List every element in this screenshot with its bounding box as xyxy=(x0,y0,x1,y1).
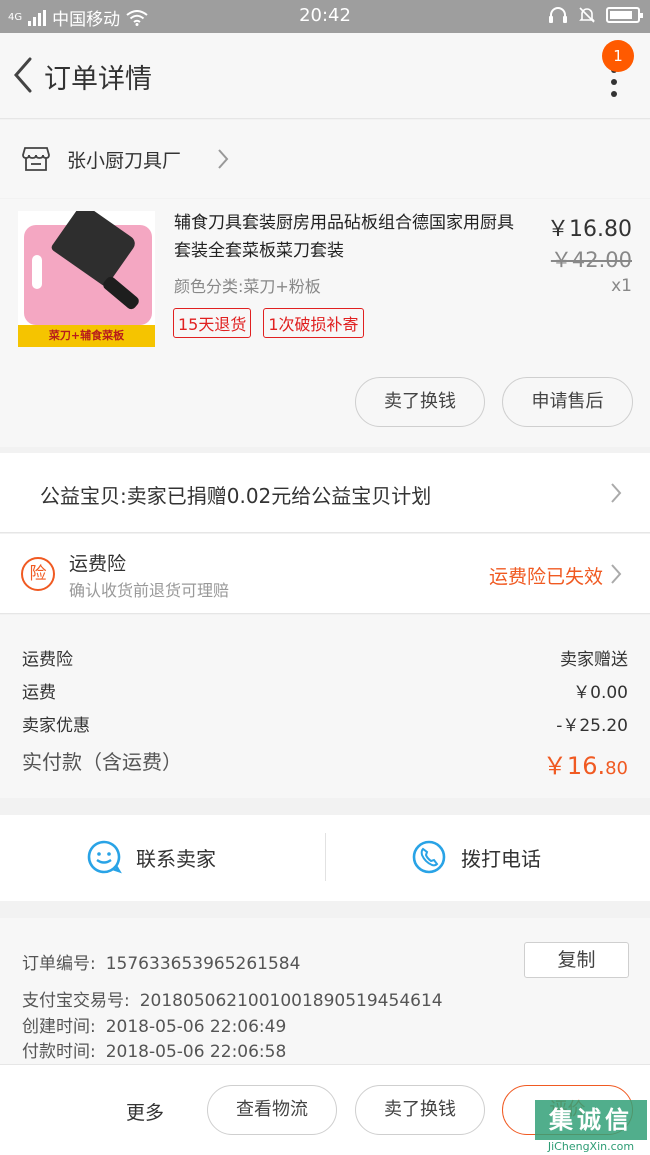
back-arrow-icon[interactable] xyxy=(8,55,38,95)
cost-value: 卖家赠送 xyxy=(560,650,628,670)
cost-label: 运费险 xyxy=(22,650,73,670)
chevron-right-icon xyxy=(611,483,622,503)
board-handle-hole xyxy=(32,255,42,289)
cost-row: 运费 ￥0.00 xyxy=(22,678,628,703)
cost-row: 运费险 卖家赠送 xyxy=(22,645,628,670)
product-card: 菜刀+辅食菜板 辅食刀具套装厨房用品砧板组合德国家用厨具套装全套菜板菜刀套装 颜… xyxy=(0,199,650,447)
quantity: x1 xyxy=(611,276,632,296)
watermark-logo: 集诚信 xyxy=(535,1100,647,1140)
cost-row: 卖家优惠 -￥25.20 xyxy=(22,711,628,736)
created-time-label: 创建时间: xyxy=(22,1017,96,1037)
product-thumbnail[interactable]: 菜刀+辅食菜板 xyxy=(18,211,155,347)
total-label: 实付款（含运费） xyxy=(22,750,182,774)
status-bar: 4G 中国移动 20:42 xyxy=(0,0,650,33)
watermark: 集诚信 JiChengXin.com xyxy=(535,1100,647,1155)
contact-seller-label: 联系卖家 xyxy=(136,846,216,871)
cost-label: 卖家优惠 xyxy=(22,716,90,736)
battery-icon xyxy=(606,7,643,23)
headset-icon xyxy=(549,7,567,23)
total-row: 实付款（含运费） ￥16.80 xyxy=(22,746,628,780)
total-value: ￥16.80 xyxy=(543,746,628,781)
service-tags: 15天退货 1次破损补寄 xyxy=(173,308,364,338)
created-time-row: 创建时间: 2018-05-06 22:06:49 xyxy=(22,1012,286,1037)
page-title: 订单详情 xyxy=(44,64,152,95)
paid-time-row: 付款时间: 2018-05-06 22:06:58 xyxy=(22,1037,286,1062)
product-price: ￥16.80 xyxy=(547,217,632,242)
shop-name[interactable]: 张小厨刀具厂 xyxy=(67,146,181,173)
cost-value: ￥0.00 xyxy=(573,683,628,703)
tag-return: 15天退货 xyxy=(173,308,252,338)
total-cents: 80 xyxy=(605,758,628,779)
status-right xyxy=(548,6,643,24)
original-price: ￥42.00 xyxy=(550,248,632,272)
insurance-subtitle: 确认收货前退货可理赔 xyxy=(69,581,230,600)
cost-label: 运费 xyxy=(22,683,56,703)
paid-time-value: 2018-05-06 22:06:58 xyxy=(105,1042,287,1062)
view-logistics-button[interactable]: 查看物流 xyxy=(207,1085,337,1135)
charity-row[interactable]: 公益宝贝:卖家已捐赠0.02元给公益宝贝计划 xyxy=(0,453,650,533)
call-phone-button[interactable]: 拨打电话 xyxy=(411,839,541,875)
tag-damage-resend: 1次破损补寄 xyxy=(263,308,364,338)
cost-value: -￥25.20 xyxy=(556,716,628,736)
insurance-icon: 险 xyxy=(21,557,55,591)
product-title[interactable]: 辅食刀具套装厨房用品砧板组合德国家用厨具套装全套菜板菜刀套装 xyxy=(174,209,524,265)
cost-summary: 运费险 卖家赠送 运费 ￥0.00 卖家优惠 -￥25.20 实付款（含运费） … xyxy=(0,615,650,798)
insurance-title: 运费险 xyxy=(69,553,127,575)
insurance-status: 运费险已失效 xyxy=(488,566,603,588)
total-main: ￥16. xyxy=(542,752,606,780)
product-sku: 颜色分类:菜刀+粉板 xyxy=(174,277,321,296)
created-time-value: 2018-05-06 22:06:49 xyxy=(105,1017,287,1037)
order-number-row: 订单编号: 157633653965261584 xyxy=(22,949,300,974)
copy-button[interactable]: 复制 xyxy=(524,942,629,978)
after-sales-button[interactable]: 申请售后 xyxy=(502,377,633,427)
shop-row[interactable]: 张小厨刀具厂 xyxy=(0,120,650,198)
contact-seller-button[interactable]: 联系卖家 xyxy=(86,839,216,875)
charity-text: 公益宝贝:卖家已捐赠0.02元给公益宝贝计划 xyxy=(40,484,432,508)
shipping-insurance-row[interactable]: 险 运费险 确认收货前退货可理赔 运费险已失效 xyxy=(0,534,650,614)
order-number-label: 订单编号: xyxy=(22,954,96,974)
notification-badge: 1 xyxy=(602,40,634,72)
mute-bell-icon xyxy=(579,7,595,23)
store-icon xyxy=(22,147,50,171)
watermark-url: JiChengXin.com xyxy=(547,1140,635,1153)
sell-for-cash-button[interactable]: 卖了换钱 xyxy=(355,377,485,427)
alipay-number-label: 支付宝交易号: xyxy=(22,991,130,1011)
title-bar: 订单详情 1 xyxy=(0,33,650,119)
divider xyxy=(325,833,326,881)
alipay-number-row: 支付宝交易号: 2018050621001001890519454614 xyxy=(22,986,443,1011)
sell-for-cash-button[interactable]: 卖了换钱 xyxy=(355,1085,485,1135)
order-number-value: 157633653965261584 xyxy=(105,954,301,974)
chat-bubble-icon xyxy=(87,840,122,874)
more-button[interactable]: 更多 xyxy=(126,1098,164,1125)
phone-icon xyxy=(412,840,446,874)
paid-time-label: 付款时间: xyxy=(22,1042,96,1062)
chevron-right-icon xyxy=(218,149,229,169)
contact-bar: 联系卖家 拨打电话 xyxy=(0,815,650,901)
call-phone-label: 拨打电话 xyxy=(461,846,541,871)
thumbnail-banner: 菜刀+辅食菜板 xyxy=(18,325,155,347)
chevron-right-icon xyxy=(611,564,622,584)
alipay-number-value: 2018050621001001890519454614 xyxy=(139,991,443,1011)
order-info: 订单编号: 157633653965261584 复制 支付宝交易号: 201805… xyxy=(0,918,650,1064)
